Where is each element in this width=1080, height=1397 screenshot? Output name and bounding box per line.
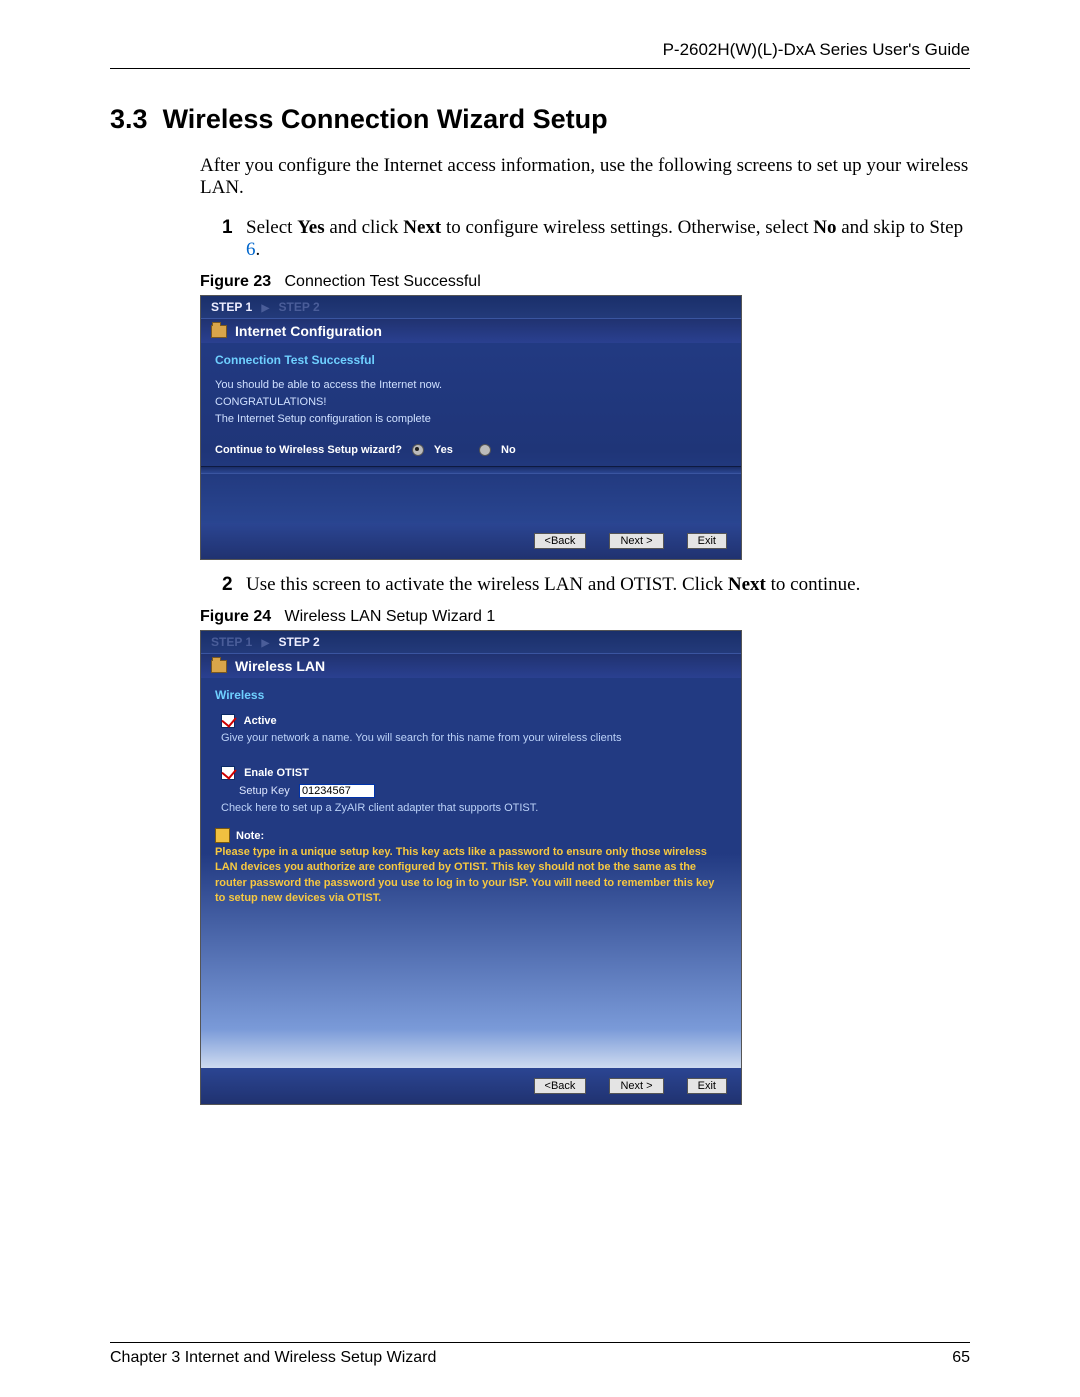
back-button[interactable]: <Back (534, 1078, 587, 1094)
step-number: 2 (222, 574, 236, 596)
wizard-wireless-lan: STEP 1 ▶ STEP 2 Wireless LAN Wireless Ac… (200, 630, 742, 1105)
next-button[interactable]: Next > (609, 533, 663, 549)
wizard-line-congrats: CONGRATULATIONS! (215, 394, 727, 411)
step-link-6[interactable]: 6 (246, 239, 256, 260)
exit-button[interactable]: Exit (687, 1078, 727, 1094)
setup-key-input[interactable] (299, 784, 375, 798)
wizard-footer: <Back Next > Exit (201, 523, 741, 559)
section-title-text: Wireless Connection Wizard Setup (163, 104, 608, 134)
section-number: 3.3 (110, 104, 148, 134)
folder-icon (211, 660, 227, 673)
next-button[interactable]: Next > (609, 1078, 663, 1094)
wizard-footer: <Back Next > Exit (201, 1068, 741, 1104)
radio-no[interactable] (479, 444, 491, 456)
wizard-panel-title: Wireless LAN (235, 658, 325, 674)
setup-key-label: Setup Key (239, 785, 290, 797)
wizard-line-3: The Internet Setup configuration is comp… (215, 411, 727, 428)
wizard-title-bar: Internet Configuration (201, 318, 741, 343)
otist-label: Enale OTIST (244, 767, 309, 779)
section-heading: 3.3 Wireless Connection Wizard Setup (110, 104, 970, 135)
wizard-steps-bar: STEP 1 ▶ STEP 2 (201, 631, 741, 653)
doc-header: P-2602H(W)(L)-DxA Series User's Guide (110, 40, 970, 69)
intro-paragraph: After you configure the Internet access … (200, 155, 970, 199)
otist-description: Check here to set up a ZyAIR client adap… (221, 802, 727, 814)
wizard-steps-bar: STEP 1 ▶ STEP 2 (201, 296, 741, 318)
step-separator-icon: ▶ (261, 303, 269, 314)
footer-page-number: 65 (952, 1349, 970, 1367)
note-icon (215, 828, 230, 843)
step-separator-icon: ▶ (261, 638, 269, 649)
wizard-divider (201, 466, 741, 474)
footer-chapter: Chapter 3 Internet and Wireless Setup Wi… (110, 1349, 436, 1367)
page-footer: Chapter 3 Internet and Wireless Setup Wi… (110, 1342, 970, 1367)
wizard-line-1: You should be able to access the Interne… (215, 377, 727, 394)
figure-23-caption: Figure 23 Connection Test Successful (200, 273, 970, 291)
exit-button[interactable]: Exit (687, 533, 727, 549)
step-tab-1: STEP 1 (211, 635, 252, 649)
note-label: Note: (236, 830, 264, 842)
radio-no-label: No (501, 444, 516, 456)
wizard-panel-title: Internet Configuration (235, 323, 382, 339)
step-tab-2: STEP 2 (279, 635, 320, 649)
step-number: 1 (222, 217, 236, 261)
instruction-step-1: 1 Select Yes and click Next to configure… (222, 217, 970, 261)
active-description: Give your network a name. You will searc… (221, 732, 727, 744)
radio-yes[interactable] (412, 444, 424, 456)
step-tab-1: STEP 1 (211, 300, 252, 314)
figure-24-caption: Figure 24 Wireless LAN Setup Wizard 1 (200, 608, 970, 626)
wizard-subheading: Connection Test Successful (215, 353, 727, 367)
active-label: Active (244, 715, 277, 727)
back-button[interactable]: <Back (534, 533, 587, 549)
otist-checkbox[interactable] (221, 766, 235, 780)
wizard-prompt: Continue to Wireless Setup wizard? (215, 444, 402, 456)
step-tab-2: STEP 2 (279, 300, 320, 314)
folder-icon (211, 325, 227, 338)
active-checkbox[interactable] (221, 714, 235, 728)
wizard-connection-test: STEP 1 ▶ STEP 2 Internet Configuration C… (200, 295, 742, 560)
note-body: Please type in a unique setup key. This … (215, 845, 727, 907)
wizard-subheading: Wireless (215, 688, 727, 702)
wizard-title-bar: Wireless LAN (201, 653, 741, 678)
radio-yes-label: Yes (434, 444, 453, 456)
instruction-step-2: 2 Use this screen to activate the wirele… (222, 574, 970, 596)
